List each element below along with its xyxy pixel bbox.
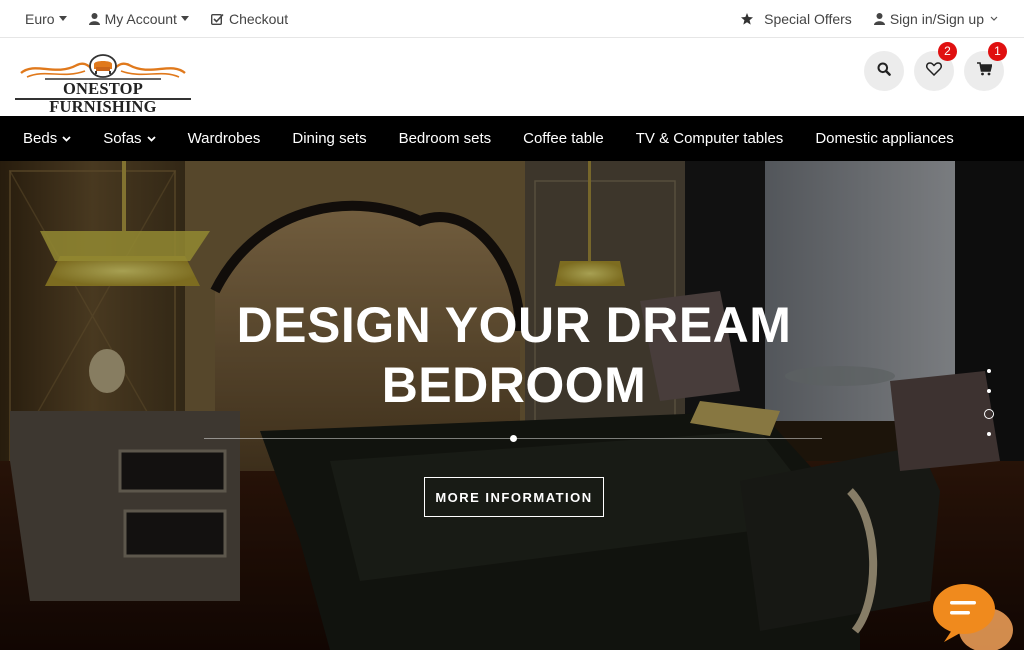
user-icon xyxy=(873,12,885,25)
nav-item-label: Beds xyxy=(23,130,58,147)
special-offers-link[interactable]: Special Offers xyxy=(741,11,852,27)
chat-widget-button[interactable] xyxy=(930,582,1020,650)
nav-item-label: Sofas xyxy=(103,130,142,147)
checkout-link[interactable]: Checkout xyxy=(210,10,289,27)
chevron-down-icon xyxy=(990,16,998,22)
nav-item-label: Bedroom sets xyxy=(398,130,492,147)
wishlist-count-badge: 2 xyxy=(938,42,957,61)
sign-in-label: Sign in/Sign up xyxy=(889,10,984,27)
hero-divider-dot xyxy=(510,435,517,442)
chevron-down-icon xyxy=(146,135,156,142)
logo-ornament xyxy=(20,54,186,80)
currency-selector[interactable]: Euro xyxy=(25,11,67,27)
nav-item-wardrobes[interactable]: Wardrobes xyxy=(188,130,261,147)
logo-divider xyxy=(15,98,191,100)
hero-title-line-1: DESIGN YOUR DREAM xyxy=(236,297,792,353)
checkout-label: Checkout xyxy=(228,10,289,27)
check-square-icon xyxy=(210,13,224,25)
more-information-button[interactable]: MORE INFORMATION xyxy=(424,477,604,517)
sign-in-menu[interactable]: Sign in/Sign up xyxy=(873,10,998,27)
slider-dot-4[interactable] xyxy=(987,432,991,436)
hero-title: DESIGN YOUR DREAM BEDROOM xyxy=(160,295,868,415)
nav-item-dining-sets[interactable]: Dining sets xyxy=(292,130,366,147)
heart-icon xyxy=(925,61,943,81)
top-bar-left: Euro My Account Checkout xyxy=(25,11,310,27)
special-offers-label: Special Offers xyxy=(764,10,852,27)
star-icon xyxy=(741,12,754,25)
chat-bubbles-icon xyxy=(933,584,1013,650)
top-bar: Euro My Account Checkout Special Offers … xyxy=(0,0,1024,38)
cart-icon xyxy=(976,61,993,81)
hero-slider: DESIGN YOUR DREAM BEDROOM MORE INFORMATI… xyxy=(0,161,1024,650)
caret-down-icon xyxy=(58,15,67,22)
currency-label: Euro xyxy=(25,10,55,27)
hero-title-line-2: BEDROOM xyxy=(381,357,647,413)
nav-item-coffee-table[interactable]: Coffee table xyxy=(523,130,604,147)
nav-item-sofas[interactable]: Sofas xyxy=(103,130,156,147)
chevron-down-icon xyxy=(62,135,71,142)
nav-item-label: Wardrobes xyxy=(187,130,261,147)
my-account-menu[interactable]: My Account xyxy=(88,10,189,27)
main-nav: Beds Sofas Wardrobes Dining sets Bedroom… xyxy=(0,116,1024,161)
nav-item-label: Coffee table xyxy=(523,130,604,147)
cart-button[interactable]: 1 xyxy=(964,42,1007,91)
nav-item-bedroom-sets[interactable]: Bedroom sets xyxy=(399,130,492,147)
search-icon xyxy=(877,62,891,81)
nav-item-label: Dining sets xyxy=(292,130,367,147)
my-account-label: My Account xyxy=(104,10,177,27)
slider-pagination xyxy=(983,369,995,452)
nav-item-domestic-appliances[interactable]: Domestic appliances xyxy=(815,130,953,147)
site-header: ONESTOP FURNISHING 2 1 xyxy=(0,39,1024,116)
nav-item-label: Domestic appliances xyxy=(815,130,954,147)
nav-item-beds[interactable]: Beds xyxy=(23,130,71,147)
nav-item-label: TV & Computer tables xyxy=(635,130,784,147)
user-icon xyxy=(88,12,100,25)
slider-dot-1[interactable] xyxy=(987,369,991,373)
site-logo[interactable]: ONESTOP FURNISHING xyxy=(15,51,191,116)
slider-dot-2[interactable] xyxy=(987,389,991,393)
slider-dot-3-active[interactable] xyxy=(984,409,994,419)
cart-count-badge: 1 xyxy=(988,42,1007,61)
wishlist-button[interactable]: 2 xyxy=(914,42,957,91)
nav-item-tv-computer-tables[interactable]: TV & Computer tables xyxy=(636,130,784,147)
top-bar-right: Special Offers Sign in/Sign up xyxy=(719,11,998,27)
caret-down-icon xyxy=(180,15,189,22)
search-button[interactable] xyxy=(864,51,904,91)
